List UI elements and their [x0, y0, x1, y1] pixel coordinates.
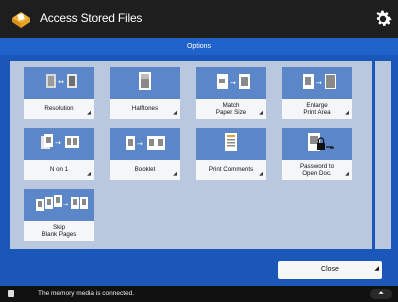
action-bar: Close ◢ [0, 256, 398, 286]
options-panel: ↔ Resolution ◢ Halftones ◢ → Match Paper… [0, 55, 398, 256]
print-comments-button[interactable]: Print Comments ◢ [196, 128, 266, 180]
halftones-label: Halftones [131, 105, 159, 113]
status-message: The memory media is connected. [38, 290, 135, 297]
halftones-icon [139, 72, 151, 90]
svg-text:→: → [137, 140, 143, 148]
enlarge-print-area-label: Enlarge Print Area [303, 101, 331, 116]
n-on-1-button[interactable]: → N on 1 ◢ [24, 128, 94, 180]
svg-text:↔: ↔ [58, 78, 64, 86]
svg-text:→: → [316, 79, 322, 87]
skip-blank-pages-button[interactable]: → Skip Blank Pages [24, 189, 94, 241]
n-on-1-icon: → [41, 134, 79, 149]
skip-blank-pages-label: Skip Blank Pages [41, 223, 77, 238]
booklet-icon: → [126, 136, 165, 150]
svg-text:→: → [63, 201, 68, 208]
up-arrow-icon: ⏶ [378, 290, 384, 297]
match-paper-size-icon: → [217, 74, 250, 89]
password-to-open-doc-label: Password to Open Doc. [299, 162, 335, 177]
settings-gear-icon[interactable] [372, 8, 394, 30]
stored-files-icon [12, 12, 30, 28]
scroll-area [375, 61, 391, 249]
enlarge-print-area-icon: → [303, 74, 336, 89]
match-paper-size-button[interactable]: → Match Paper Size ◢ [196, 67, 266, 119]
corner-arrow-icon: ◢ [374, 266, 379, 272]
halftones-button[interactable]: Halftones ◢ [110, 67, 180, 119]
password-icon [308, 133, 334, 151]
close-label: Close [321, 266, 339, 273]
n-on-1-label: N on 1 [49, 166, 69, 174]
booklet-button[interactable]: → Booklet ◢ [110, 128, 180, 180]
memory-media-icon [8, 290, 14, 297]
title-bar: Access Stored Files [0, 0, 398, 38]
booklet-label: Booklet [134, 166, 156, 174]
enlarge-print-area-button[interactable]: → Enlarge Print Area ◢ [282, 67, 352, 119]
resolution-label: Resolution [44, 105, 74, 113]
resolution-icon: ↔ [46, 74, 77, 88]
status-monitor-button[interactable]: ⏶ [370, 289, 392, 299]
match-paper-size-label: Match Paper Size [215, 101, 247, 116]
app-title: Access Stored Files [40, 11, 143, 25]
options-header: Options [0, 38, 398, 55]
password-to-open-doc-button[interactable]: Password to Open Doc. ◢ [282, 128, 352, 180]
tile-grid: ↔ Resolution ◢ Halftones ◢ → Match Paper… [10, 61, 372, 249]
skip-blank-pages-icon: → [36, 195, 88, 211]
svg-text:→: → [55, 139, 61, 147]
print-comments-icon [225, 133, 237, 151]
resolution-button[interactable]: ↔ Resolution ◢ [24, 67, 94, 119]
close-button[interactable]: Close ◢ [278, 261, 382, 279]
svg-text:→: → [230, 79, 236, 87]
print-comments-label: Print Comments [208, 166, 254, 174]
status-bar: The memory media is connected. ⏶ [0, 286, 398, 302]
